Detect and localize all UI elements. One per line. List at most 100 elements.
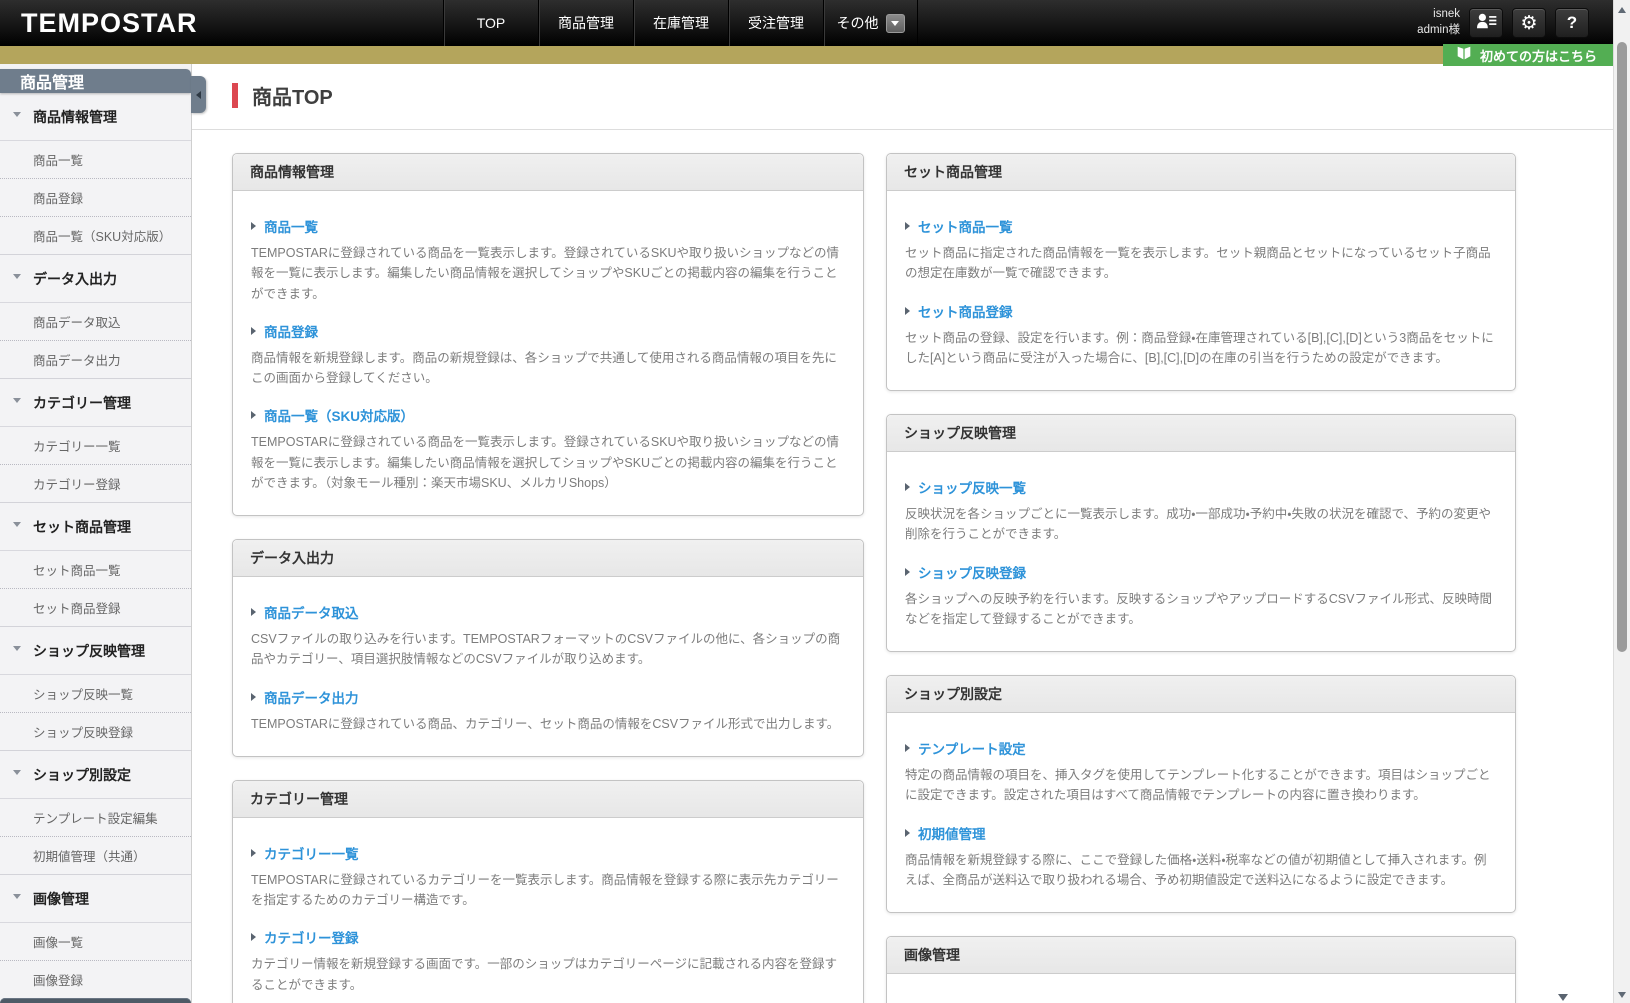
sidebar-item[interactable]: 画像登録 bbox=[0, 960, 191, 998]
card: 画像管理 画像一覧 bbox=[886, 936, 1516, 1003]
link-arrow-icon bbox=[251, 411, 256, 419]
sidebar-section: データ入出力 商品データ取込 商品データ出力 bbox=[0, 254, 191, 378]
sidebar-section-title: ショップ別設定 bbox=[33, 767, 131, 783]
sidebar-section-header[interactable]: ショップ反映管理 bbox=[0, 626, 191, 674]
sidebar-item[interactable]: 初期値管理（共通） bbox=[0, 836, 191, 874]
nav-item[interactable]: TOP bbox=[443, 0, 538, 46]
scrollbar-down-icon[interactable] bbox=[1618, 992, 1626, 998]
user-area: isnek admin様 ⚙ ? bbox=[1417, 0, 1589, 46]
card-link[interactable]: 商品データ出力 bbox=[264, 687, 359, 707]
card-title: ショップ別設定 bbox=[904, 686, 1002, 702]
card-body: ショップ反映一覧 反映状況を各ショップごとに一覧表示します。成功・一部成功・予約… bbox=[887, 452, 1515, 651]
logo-wrap: TEMPOSTAR bbox=[0, 0, 443, 46]
sidebar-item-label: ショップ反映登録 bbox=[33, 726, 133, 740]
sidebar-nav: 商品情報管理 商品一覧 商品登録 商品一覧（SKU対応版） データ入出力 商品デ… bbox=[0, 93, 191, 998]
link-description: 反映状況を各ショップごとに一覧表示します。成功・一部成功・予約中・失敗の状況を確… bbox=[905, 504, 1497, 545]
link-description: 特定の商品情報の項目を、挿入タグを使用してテンプレート化することができます。項目… bbox=[905, 765, 1497, 806]
link-arrow-icon bbox=[905, 744, 910, 752]
sidebar-section-items: 画像一覧 画像登録 bbox=[0, 922, 191, 998]
sidebar-item[interactable]: セット商品一覧 bbox=[0, 550, 191, 588]
card-link[interactable]: カテゴリー登録 bbox=[264, 927, 359, 947]
sidebar-item[interactable]: 商品一覧 bbox=[0, 140, 191, 178]
card-body: テンプレート設定 特定の商品情報の項目を、挿入タグを使用してテンプレート化するこ… bbox=[887, 713, 1515, 912]
card-link[interactable]: ショップ反映一覧 bbox=[918, 477, 1026, 497]
card-link[interactable]: 商品一覧（SKU対応版） bbox=[264, 405, 414, 425]
link-block: 画像一覧 bbox=[905, 999, 1497, 1003]
sidebar-title: 商品管理 bbox=[20, 69, 84, 93]
account-button[interactable] bbox=[1469, 8, 1503, 38]
card-title: セット商品管理 bbox=[904, 164, 1002, 180]
card-header: 商品情報管理 bbox=[233, 154, 863, 191]
link-block: 商品一覧（SKU対応版） TEMPOSTARに登録されている商品を一覧表示します… bbox=[251, 405, 845, 493]
sidebar-item[interactable]: ショップ反映一覧 bbox=[0, 674, 191, 712]
card-link[interactable]: セット商品一覧 bbox=[918, 216, 1013, 236]
card-link[interactable]: ショップ反映登録 bbox=[918, 562, 1026, 582]
top-header: TEMPOSTAR TOP 商品管理 在庫管理 受注管理 その他 isnek a… bbox=[0, 0, 1630, 46]
gold-bar: 初めての方はこちら bbox=[0, 46, 1630, 64]
beginner-mark-icon bbox=[1456, 46, 1472, 64]
card-link[interactable]: 商品一覧 bbox=[264, 216, 318, 236]
sidebar-item[interactable]: テンプレート設定編集 bbox=[0, 798, 191, 836]
scrollbar-thumb[interactable] bbox=[1617, 42, 1627, 652]
link-arrow-icon bbox=[905, 568, 910, 576]
sidebar-item-label: カテゴリー一覧 bbox=[33, 440, 121, 454]
card: カテゴリー管理 カテゴリー一覧 TEMPOSTARに登録されているカテゴリーを一… bbox=[232, 780, 864, 1003]
nav-item[interactable]: 在庫管理 bbox=[633, 0, 728, 46]
card-title: ショップ反映管理 bbox=[904, 425, 1016, 441]
chevron-down-icon bbox=[13, 894, 21, 899]
scrollbar-up-icon[interactable] bbox=[1618, 7, 1626, 13]
nav-item[interactable]: その他 bbox=[823, 0, 918, 46]
sidebar-item[interactable]: カテゴリー一覧 bbox=[0, 426, 191, 464]
scroll-bottom-icon[interactable] bbox=[1558, 994, 1568, 1001]
sidebar-item[interactable]: カテゴリー登録 bbox=[0, 464, 191, 502]
link-arrow-icon bbox=[905, 307, 910, 315]
sidebar-item[interactable]: 画像一覧 bbox=[0, 922, 191, 960]
sidebar-section-header[interactable]: セット商品管理 bbox=[0, 502, 191, 550]
card-link[interactable]: 商品データ取込 bbox=[264, 602, 359, 622]
nav-dropdown-button[interactable] bbox=[886, 14, 905, 33]
nav-item[interactable]: 受注管理 bbox=[728, 0, 823, 46]
sidebar-section: ショップ反映管理 ショップ反映一覧 ショップ反映登録 bbox=[0, 626, 191, 750]
sidebar-item-label: 画像登録 bbox=[33, 974, 83, 988]
link-description: セット商品に指定された商品情報を一覧を表示します。セット親商品とセットになってい… bbox=[905, 243, 1497, 284]
card-title: カテゴリー管理 bbox=[250, 791, 348, 807]
card: データ入出力 商品データ取込 CSVファイルの取り込みを行います。TEMPOST… bbox=[232, 539, 864, 757]
left-column: 商品情報管理 商品一覧 TEMPOSTARに登録されている商品を一覧表示します。… bbox=[232, 153, 864, 1003]
nav-item[interactable]: 商品管理 bbox=[538, 0, 633, 46]
sidebar-item[interactable]: 商品データ出力 bbox=[0, 340, 191, 378]
sidebar-section-header[interactable]: ショップ別設定 bbox=[0, 750, 191, 798]
sidebar-section-header[interactable]: 画像管理 bbox=[0, 874, 191, 922]
link-block: 商品一覧 TEMPOSTARに登録されている商品を一覧表示します。登録されている… bbox=[251, 216, 845, 304]
card-link[interactable]: セット商品登録 bbox=[918, 301, 1013, 321]
chevron-down-icon bbox=[13, 274, 21, 279]
sidebar-item[interactable]: セット商品登録 bbox=[0, 588, 191, 626]
link-arrow-icon bbox=[905, 829, 910, 837]
title-accent-bar bbox=[232, 83, 238, 108]
card: セット商品管理 セット商品一覧 セット商品に指定された商品情報を一覧を表示します… bbox=[886, 153, 1516, 391]
card-header: セット商品管理 bbox=[887, 154, 1515, 191]
page-title-block: 商品TOP bbox=[192, 64, 1630, 130]
card-link[interactable]: カテゴリー一覧 bbox=[264, 843, 359, 863]
sidebar-header: 商品管理 bbox=[0, 69, 191, 93]
sidebar-section-header[interactable]: カテゴリー管理 bbox=[0, 378, 191, 426]
card-title: 商品情報管理 bbox=[250, 164, 334, 180]
card-link[interactable]: 画像一覧 bbox=[918, 999, 972, 1003]
sidebar-section-header[interactable]: 商品情報管理 bbox=[0, 93, 191, 140]
card-link[interactable]: 初期値管理 bbox=[918, 823, 986, 843]
help-button[interactable]: ? bbox=[1555, 8, 1589, 38]
sidebar-collapse-button[interactable] bbox=[191, 76, 206, 113]
sidebar-item[interactable]: 商品一覧（SKU対応版） bbox=[0, 216, 191, 254]
settings-button[interactable]: ⚙ bbox=[1512, 8, 1546, 38]
beginner-guide-button[interactable]: 初めての方はこちら bbox=[1443, 44, 1613, 66]
sidebar-section-header[interactable]: データ入出力 bbox=[0, 254, 191, 302]
sidebar-item[interactable]: 商品データ取込 bbox=[0, 302, 191, 340]
card-link[interactable]: 商品登録 bbox=[264, 321, 318, 341]
sidebar-item[interactable]: 商品登録 bbox=[0, 178, 191, 216]
cards-area: 商品情報管理 商品一覧 TEMPOSTARに登録されている商品を一覧表示します。… bbox=[192, 130, 1630, 1003]
scrollbar[interactable] bbox=[1613, 0, 1630, 1003]
app-logo[interactable]: TEMPOSTAR bbox=[21, 8, 198, 39]
sidebar-item[interactable]: ショップ反映登録 bbox=[0, 712, 191, 750]
card-link[interactable]: テンプレート設定 bbox=[918, 738, 1026, 758]
link-description: カテゴリー情報を新規登録する画面です。一部のショップはカテゴリーページに記載され… bbox=[251, 954, 845, 995]
sidebar-item-label: ショップ反映一覧 bbox=[33, 688, 133, 702]
